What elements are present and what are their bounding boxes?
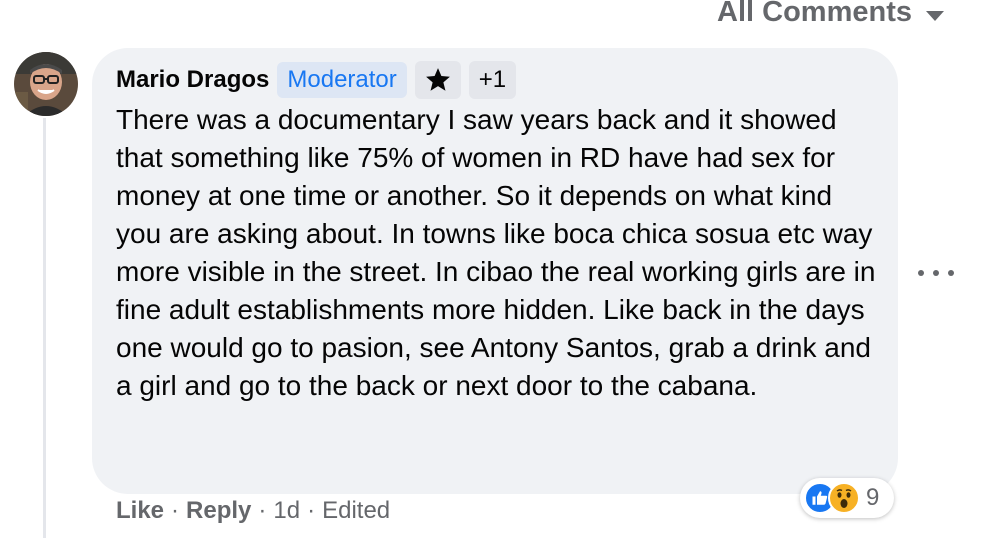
reaction-count: 9 [866,484,880,511]
star-icon[interactable] [414,61,461,99]
caret-down-icon [926,10,944,21]
wow-face-glyph [832,486,856,510]
like-button[interactable]: Like [116,497,164,525]
dot [948,270,954,276]
wow-icon [828,482,860,514]
dot [933,270,939,276]
avatar[interactable] [14,52,78,116]
comment-header: Mario Dragos Moderator +1 [116,61,874,99]
dot [918,270,924,276]
sort-label: All Comments [717,0,912,28]
separator: · [171,497,180,524]
reply-button[interactable]: Reply [186,497,251,525]
comment-actions: Like · Reply · 1d · Edited [116,497,390,525]
separator: · [258,497,267,524]
comment-bubble: Mario Dragos Moderator +1 There was a do… [92,48,898,494]
comment-thread: All Comments Mario Dragos Moderator +1 T… [0,0,1000,538]
avatar-image [14,52,78,116]
author-name[interactable]: Mario Dragos [116,66,269,94]
moderator-badge[interactable]: Moderator [277,62,407,98]
separator: · [307,497,316,524]
sort-comments-dropdown[interactable]: All Comments [717,0,944,29]
star-icon-glyph [425,68,450,91]
more-badges[interactable]: +1 [468,61,517,99]
thumbs-up-glyph [812,491,828,505]
reactions-summary[interactable]: 9 [800,478,894,518]
timestamp[interactable]: 1d [273,497,300,525]
comment-text: There was a documentary I saw years back… [116,104,876,401]
more-options-icon[interactable] [918,258,954,288]
edited-label[interactable]: Edited [322,497,390,525]
thread-line [43,118,46,538]
